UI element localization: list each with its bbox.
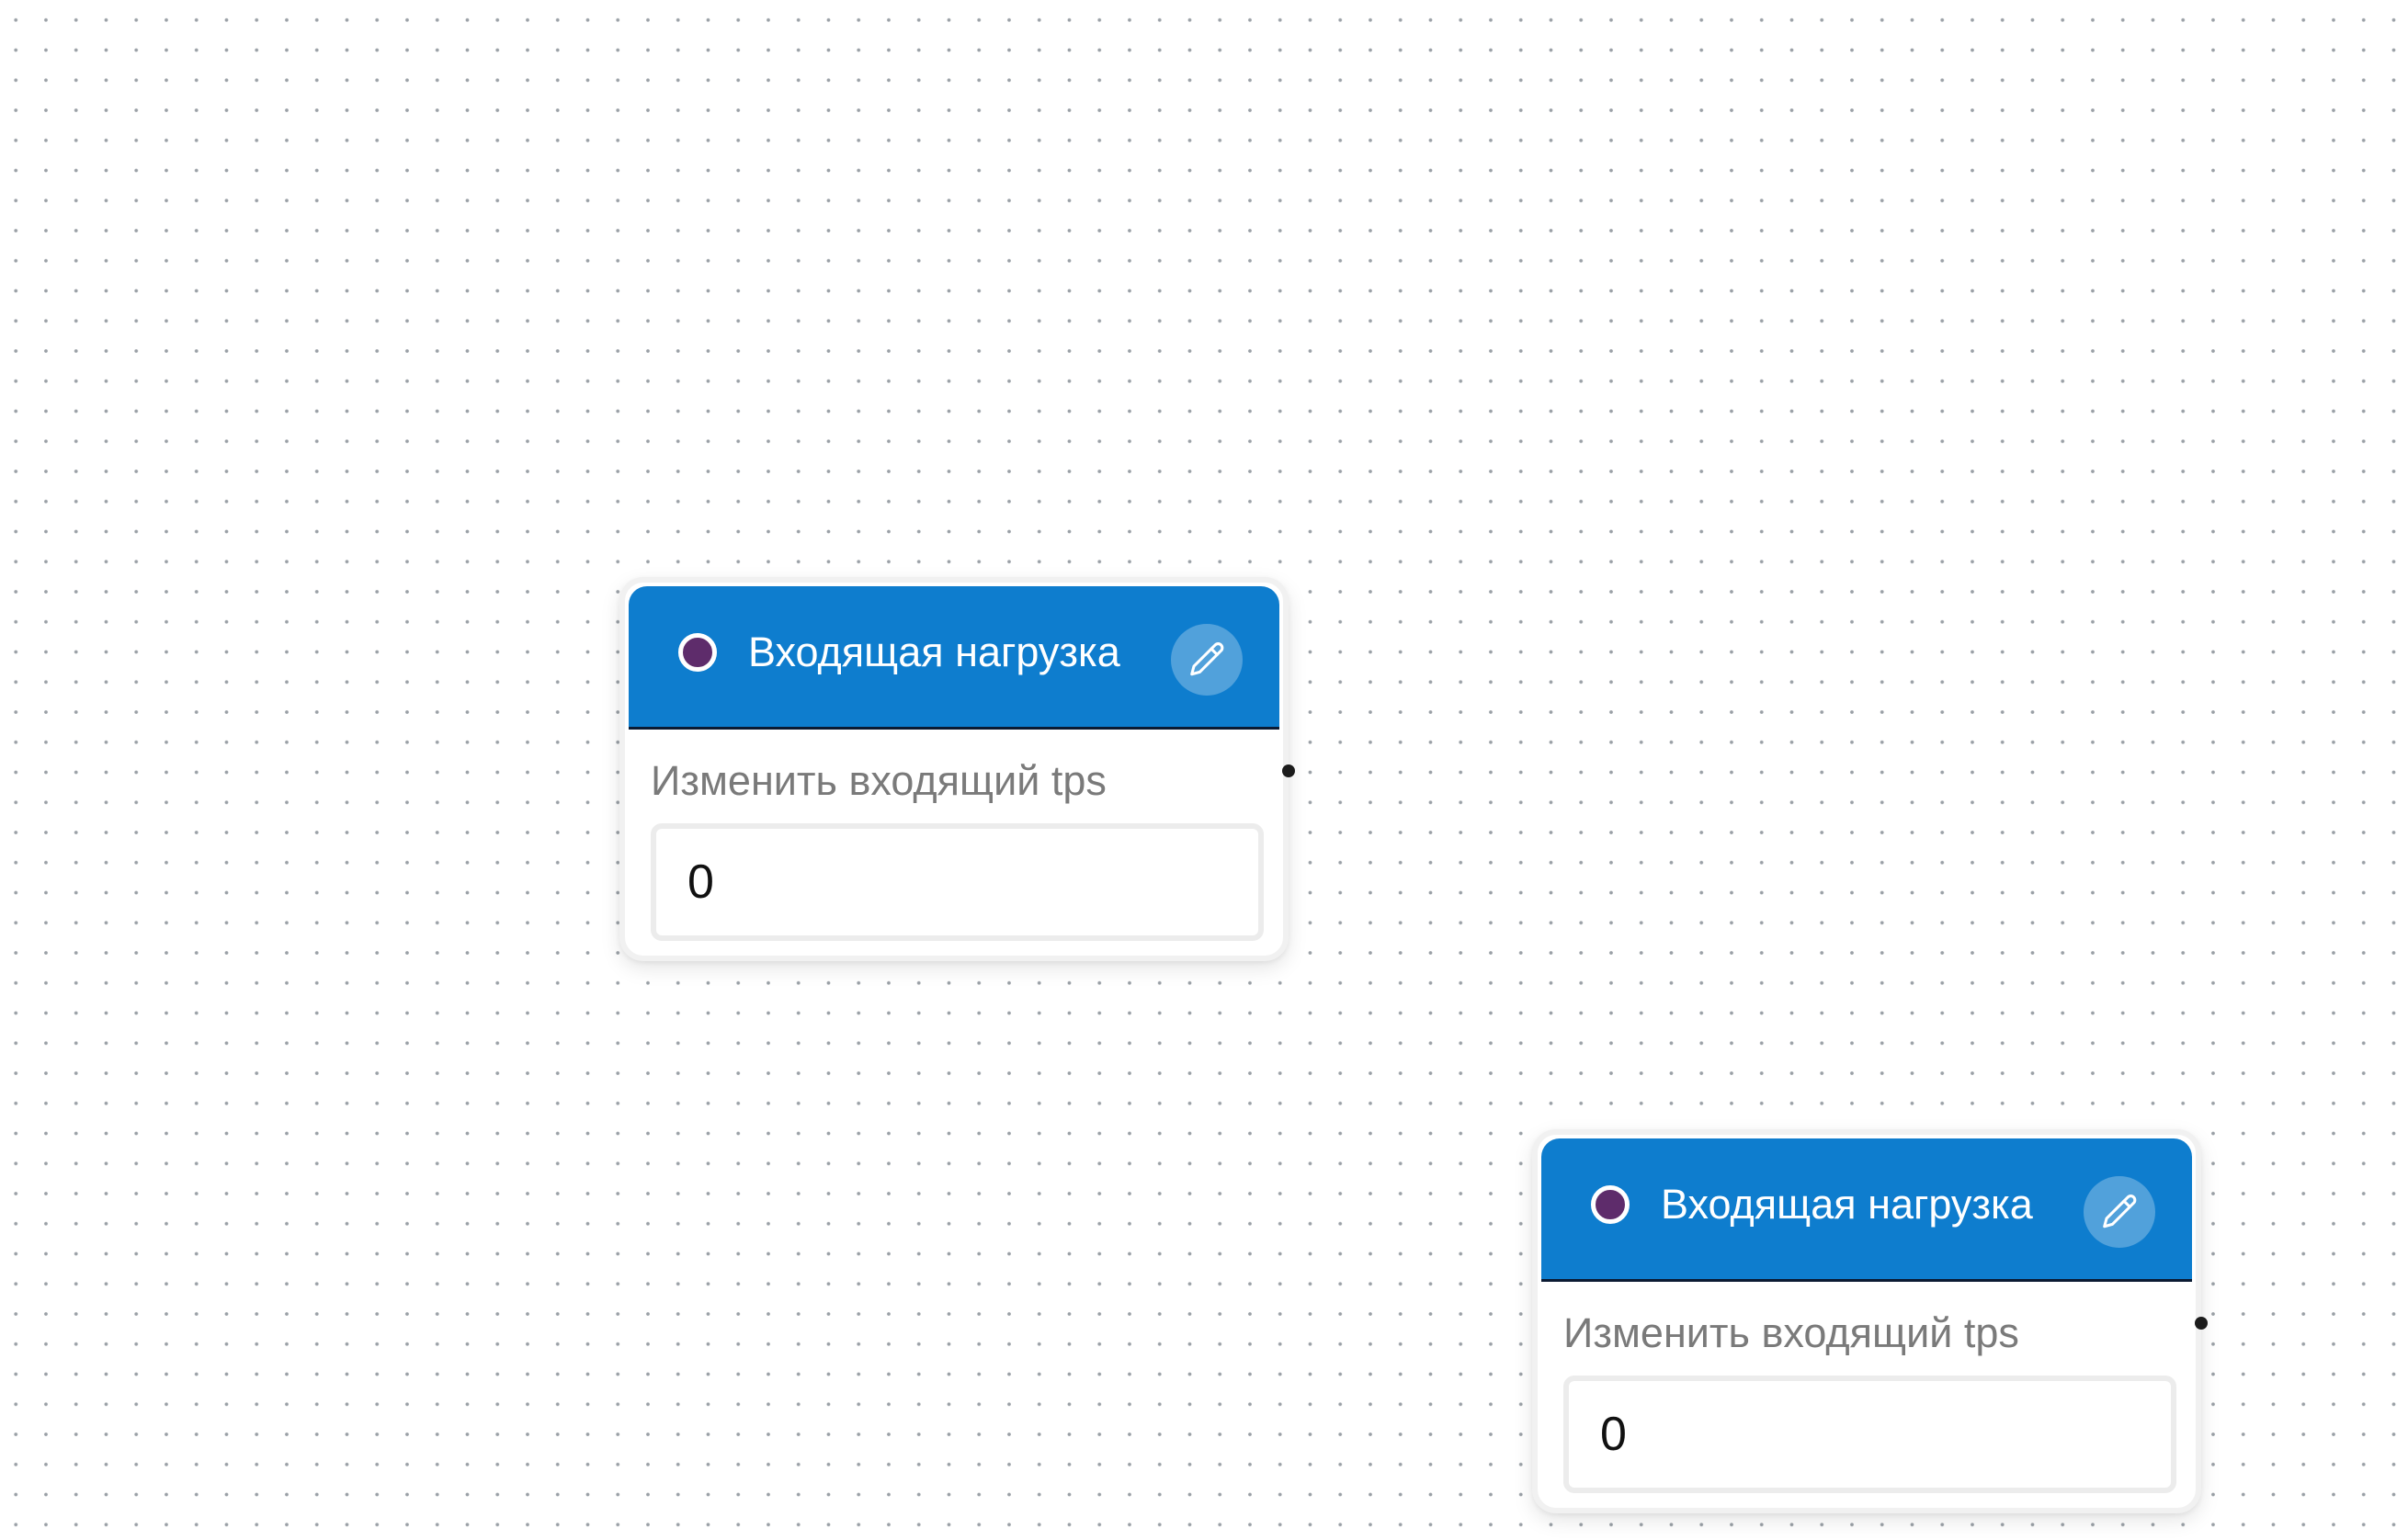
tps-field-label: Изменить входящий tps <box>651 757 1107 804</box>
output-handle[interactable] <box>1282 764 1295 777</box>
flow-canvas[interactable]: Входящая нагрузка Изменить входящий tps … <box>0 0 2408 1540</box>
status-dot-icon <box>678 633 717 672</box>
node-title: Входящая нагрузка <box>748 628 1120 675</box>
output-handle[interactable] <box>2195 1317 2208 1330</box>
edit-button[interactable] <box>2084 1176 2155 1248</box>
node-header[interactable]: Входящая нагрузка <box>1541 1138 2192 1282</box>
pencil-icon <box>2103 1195 2137 1229</box>
pencil-icon <box>1190 642 1224 676</box>
incoming-load-node[interactable]: Входящая нагрузка Изменить входящий tps <box>619 577 1289 961</box>
edit-button[interactable] <box>1171 624 1243 696</box>
node-header[interactable]: Входящая нагрузка <box>629 586 1279 730</box>
tps-input[interactable] <box>651 823 1264 941</box>
status-dot-icon <box>1591 1185 1630 1224</box>
incoming-load-node[interactable]: Входящая нагрузка Изменить входящий tps <box>1532 1129 2201 1513</box>
tps-input[interactable] <box>1563 1376 2176 1493</box>
node-title: Входящая нагрузка <box>1661 1181 2033 1228</box>
tps-field-label: Изменить входящий tps <box>1563 1309 2019 1356</box>
